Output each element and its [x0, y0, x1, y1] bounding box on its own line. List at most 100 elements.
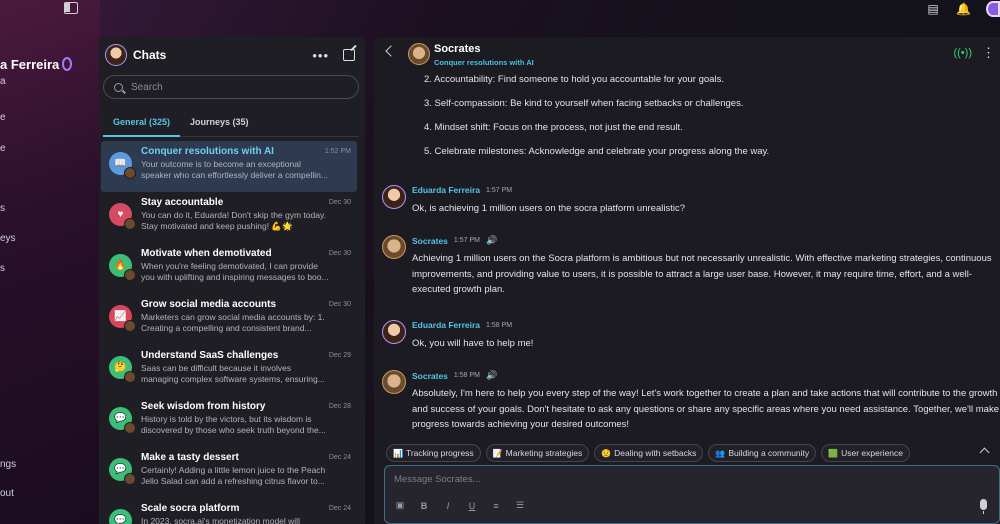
list-item[interactable]: 💬 Make a tasty dessert Dec 24 Certainly!… [101, 447, 357, 498]
list-item[interactable]: 📖 Conquer resolutions with AI 1:52 PM Yo… [101, 141, 357, 192]
chip-dealing-setbacks[interactable]: 😟 Dealing with setbacks [594, 444, 704, 462]
conversation-title: Socrates [434, 43, 481, 55]
bell-icon[interactable]: 🔔 [956, 3, 971, 15]
message-text: Achieving 1 million users on the Socra p… [412, 253, 992, 295]
chats-header: Chats ••• [105, 43, 355, 67]
chat-snippet: Certainly! Adding a little lemon juice t… [141, 465, 326, 486]
underline-button[interactable]: U [467, 501, 477, 511]
bold-button[interactable]: B [419, 501, 429, 511]
chat-snippet: When you're feeling demotivated, I can p… [141, 261, 329, 282]
list-item[interactable]: 💬 Scale socra platform Dec 24 In 2023, s… [101, 498, 357, 524]
new-chat-icon[interactable] [343, 49, 355, 61]
chip-building-community[interactable]: 👥 Building a community [708, 444, 817, 462]
user-avatar[interactable] [105, 44, 127, 66]
worried-face-icon: 😟 [601, 449, 612, 458]
profile-subtitle: a [0, 76, 6, 87]
italic-button[interactable]: I [443, 501, 453, 511]
message-text: Absolutely, I'm here to help you every s… [412, 388, 999, 430]
speaker-icon[interactable]: 🔊 [486, 370, 497, 381]
live-signal-icon[interactable]: ((•)) [953, 47, 972, 59]
profile-badge-icon [62, 57, 72, 71]
chevron-up-icon[interactable] [979, 447, 990, 458]
messages-icon[interactable]: ▤ [926, 3, 940, 15]
list-item[interactable]: ♥ Stay accountable Dec 30 You can do it,… [101, 192, 357, 243]
chat-snippet: You can do it, Eduarda! Don't skip the g… [141, 210, 326, 231]
chart-icon: 📊 [393, 449, 403, 458]
chat-avatar: ♥ [109, 203, 136, 230]
message-time: 1:58 PM [486, 321, 513, 329]
tab-journeys[interactable]: Journeys (35) [180, 113, 259, 137]
square-icon: 🟩 [828, 449, 839, 458]
chip-marketing-strategies[interactable]: 📝 Marketing strategies [485, 444, 590, 462]
chat-title: Seek wisdom from history [141, 401, 266, 412]
back-icon[interactable] [385, 45, 397, 57]
bullet-list-button[interactable]: ☰ [515, 500, 525, 511]
chat-avatar: 🔥 [109, 254, 136, 281]
list-item[interactable]: 💬 Seek wisdom from history Dec 28 Histor… [101, 396, 357, 447]
image-icon[interactable]: ▣ [395, 500, 405, 511]
sidebar-item-5[interactable]: s [0, 263, 5, 274]
chats-title: Chats [133, 48, 167, 62]
sidebar-item-2[interactable]: e [0, 143, 6, 154]
list-item[interactable]: 📈 Grow social media accounts Dec 30 Mark… [101, 294, 357, 345]
chat-snippet: In 2023, socra.ai's monetization model w… [141, 516, 300, 524]
more-options-icon[interactable]: ••• [312, 48, 329, 63]
chat-title: Conquer resolutions with AI [141, 146, 274, 157]
chat-snippet: Your outcome is to become an exceptional… [141, 159, 328, 180]
mic-icon[interactable] [980, 499, 987, 514]
sidebar-item-journeys[interactable]: eys [0, 233, 16, 244]
memo-icon: 📝 [492, 449, 503, 458]
suggestion-chips: 📊 Tracking progress 📝 Marketing strategies… [386, 444, 911, 462]
chip-user-experience[interactable]: 🟩 User experience [821, 444, 911, 462]
list-line: 3. Self-compassion: Be kind to yourself … [424, 98, 744, 109]
chat-avatar: 💬 [109, 509, 132, 524]
sidebar-item-3[interactable]: s [0, 203, 5, 214]
chat-snippet: Saas can be difficult because it involve… [141, 363, 325, 384]
ordered-list-button[interactable]: ≡ [491, 501, 501, 511]
chat-avatar: 🤔 [109, 356, 136, 383]
message-text: Ok, is achieving 1 million users on the … [412, 203, 685, 214]
bot-avatar [408, 43, 430, 65]
chat-avatar: 💬 [109, 407, 136, 434]
people-icon: 👥 [715, 449, 726, 458]
message-time: 1:58 PM [453, 372, 480, 379]
chat-avatar: 📖 [109, 152, 136, 179]
message-time: 1:57 PM [453, 237, 480, 244]
message-input[interactable] [394, 474, 974, 490]
message-composer: ▣ B I U ≡ ☰ [384, 465, 1000, 524]
sidebar-item-1[interactable]: e [0, 112, 6, 123]
message-author: Socrates [412, 370, 448, 381]
sidebar-item-settings[interactable]: ngs [0, 459, 16, 470]
chat-time: Dec 30 [328, 301, 351, 308]
chat-topic-icon: 📈 [114, 311, 127, 322]
chat-topic-icon: 💬 [114, 413, 127, 424]
list-line: 4. Mindset shift: Focus on the process, … [424, 122, 683, 133]
chat-title: Stay accountable [141, 197, 224, 208]
chip-tracking-progress[interactable]: 📊 Tracking progress [386, 444, 481, 462]
chat-topic-icon: 📖 [114, 158, 127, 169]
search-icon [114, 82, 123, 92]
user-avatar [382, 185, 406, 209]
avatar[interactable] [986, 1, 1000, 17]
chat-topic-icon: 🤔 [114, 362, 127, 373]
chat-time: Dec 24 [328, 505, 351, 512]
chat-title: Understand SaaS challenges [141, 350, 279, 361]
list-item[interactable]: 🔥 Motivate when demotivated Dec 30 When … [101, 243, 357, 294]
more-options-icon[interactable]: ⋮ [982, 45, 996, 61]
chat-time: 1:52 PM [324, 148, 351, 155]
sidebar-toggle-icon[interactable] [64, 2, 78, 14]
chat-time: Dec 30 [328, 199, 351, 206]
search-box[interactable] [103, 75, 359, 99]
list-item[interactable]: 🤔 Understand SaaS challenges Dec 29 Saas… [101, 345, 357, 396]
search-input[interactable] [131, 81, 331, 93]
chat-title: Make a tasty dessert [141, 452, 239, 463]
tab-general[interactable]: General (325) [103, 113, 181, 137]
message-author: Eduarda Ferreira [412, 320, 481, 330]
chat-topic-icon: ♥ [117, 209, 124, 220]
top-bar: ▤ 🔔 [926, 0, 1000, 18]
chat-title: Grow social media accounts [141, 299, 277, 310]
chat-topic-icon: 💬 [114, 464, 127, 475]
sidebar-item-logout[interactable]: out [0, 488, 14, 499]
chat-list: 📖 Conquer resolutions with AI 1:52 PM Yo… [101, 141, 357, 524]
speaker-icon[interactable]: 🔊 [486, 235, 497, 246]
